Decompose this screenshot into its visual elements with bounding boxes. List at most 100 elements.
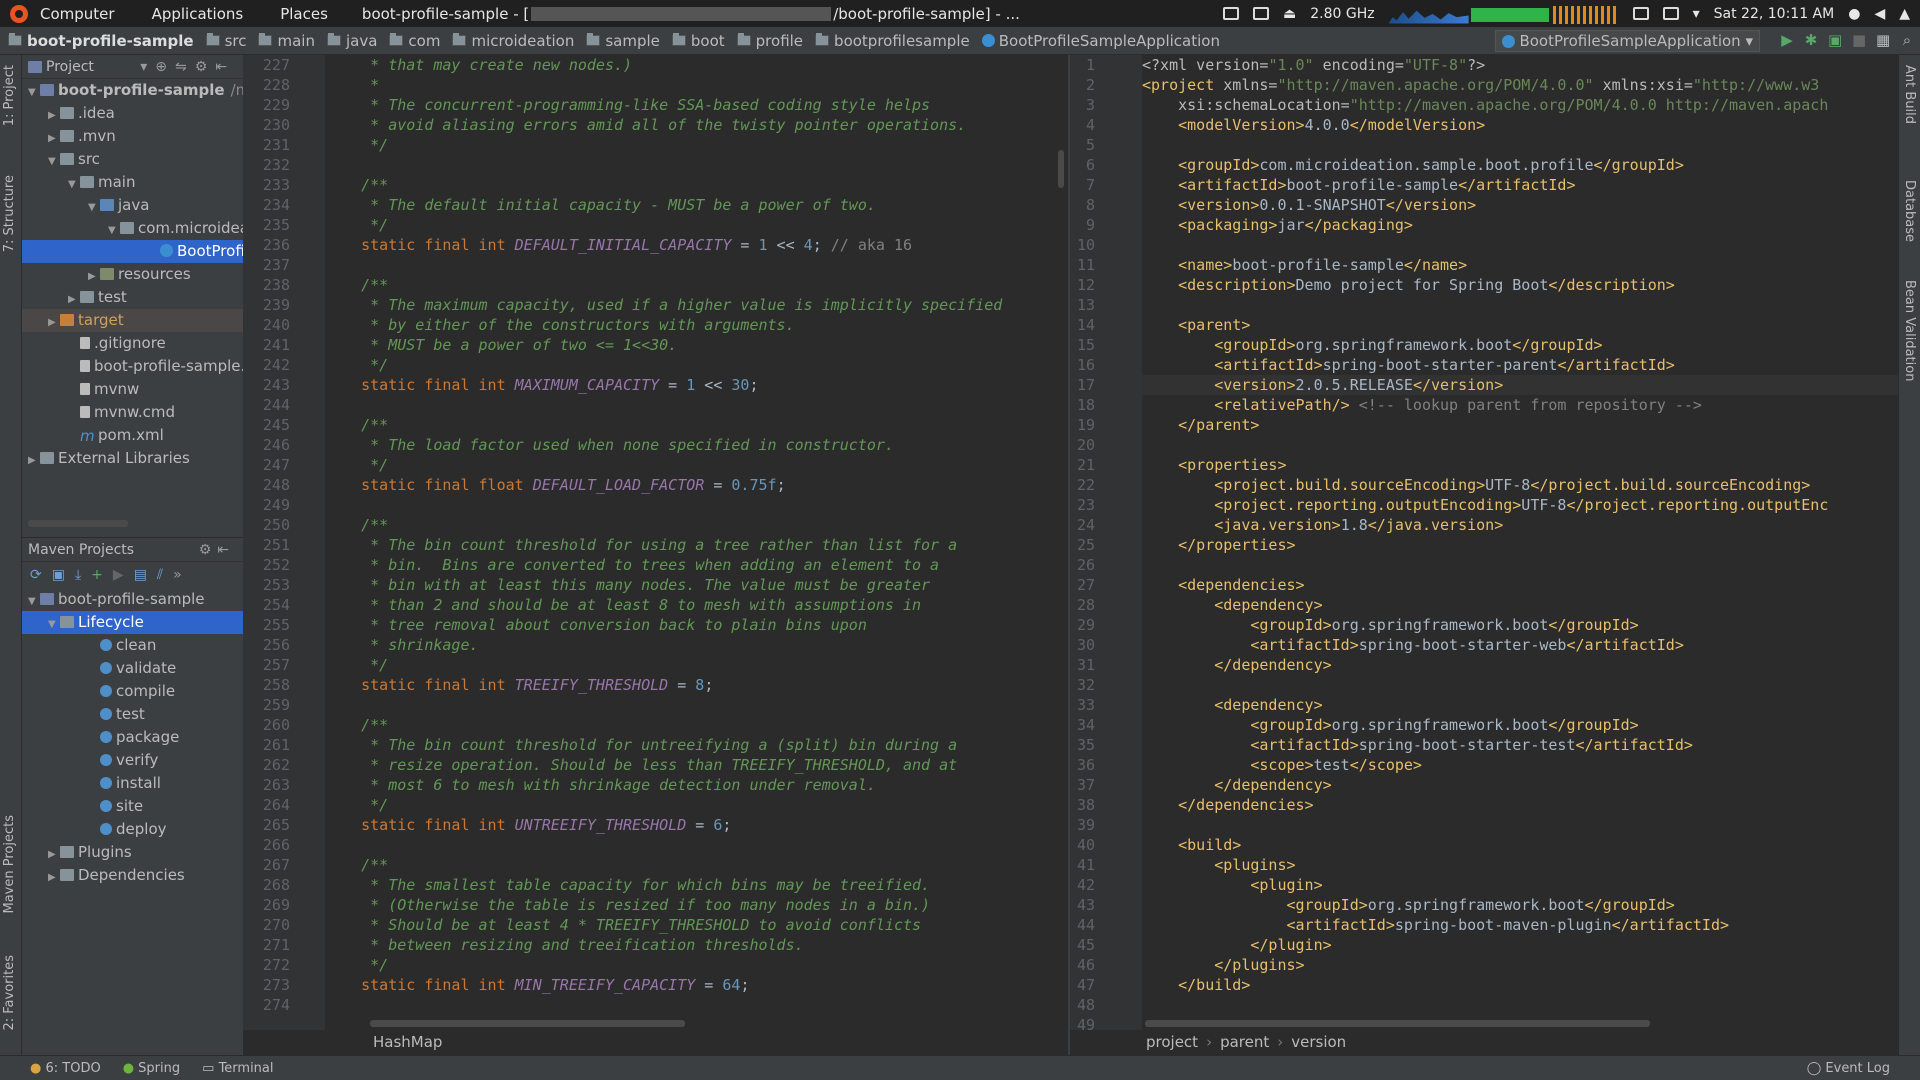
collapse-arrow-icon[interactable]: ▶ [68,288,80,311]
breadcrumb-com[interactable]: com [389,32,440,50]
password-icon[interactable] [1662,7,1679,20]
code-line[interactable] [1142,815,1898,835]
maven-tree-item[interactable]: site [22,795,243,818]
breadcrumb-sample[interactable]: sample [586,32,660,50]
code-line[interactable]: /** [325,715,1068,735]
more-icon[interactable]: » [173,567,182,583]
clipboard-icon[interactable] [1632,7,1649,20]
code-line[interactable]: * The bin count threshold for using a tr… [325,535,1068,555]
code-line[interactable]: * bin with at least this many nodes. The… [325,575,1068,595]
skip-tests-icon[interactable]: ⫽ [157,567,163,583]
clock[interactable]: Sat 22, 10:11 AM [1714,6,1835,22]
code-line[interactable]: <relativePath/> <!-- lookup parent from … [1142,395,1898,415]
maven-tree-item[interactable]: test [22,703,243,726]
code-line[interactable]: * The concurrent-programming-like SSA-ba… [325,95,1068,115]
code-line[interactable]: xsi:schemaLocation="http://maven.apache.… [1142,95,1898,115]
maven-panel-tools[interactable]: ⚙⇤ [199,542,235,558]
run-icon[interactable]: ▶ [1780,31,1794,49]
right-editor-code[interactable]: <?xml version="1.0" encoding="UTF-8"?> <p… [1142,55,1898,1050]
code-line[interactable]: <plugin> [1142,875,1898,895]
breadcrumb-main[interactable]: main [258,32,315,50]
code-line[interactable]: * [325,75,1068,95]
breadcrumb-xml-project[interactable]: project [1146,1033,1198,1051]
code-line[interactable]: <groupId>org.springframework.boot</group… [1142,335,1898,355]
add-icon[interactable]: + [91,567,103,583]
tab-ant-build[interactable]: Ant Build [1902,65,1917,124]
code-line[interactable] [325,255,1068,275]
reimport-icon[interactable]: ⟳ [30,567,42,583]
code-line[interactable] [1142,555,1898,575]
project-panel-tools[interactable]: ▾⊕⇋⚙⇤ [140,59,235,75]
maven-tree-item[interactable]: compile [22,680,243,703]
code-line[interactable]: <groupId>com.microideation.sample.boot.p… [1142,155,1898,175]
code-line[interactable]: </dependencies> [1142,795,1898,815]
code-line[interactable]: <scope>test</scope> [1142,755,1898,775]
toggle-offline-icon[interactable]: ▤ [134,567,147,583]
breadcrumb-profile[interactable]: profile [736,32,803,50]
maven-tree-item[interactable]: deploy [22,818,243,841]
code-line[interactable]: */ [325,955,1068,975]
mail-icon[interactable] [1253,7,1270,20]
code-line[interactable]: <groupId>org.springframework.boot</group… [1142,715,1898,735]
code-line[interactable]: <build> [1142,835,1898,855]
project-tree-item[interactable]: ▼ java [22,194,243,217]
maven-tree-item[interactable]: ▶ Dependencies [22,864,243,887]
user-icon[interactable]: ● [1848,6,1860,22]
code-line[interactable]: <dependency> [1142,595,1898,615]
code-line[interactable] [325,835,1068,855]
code-line[interactable] [325,395,1068,415]
screenshot-icon[interactable] [1223,7,1240,20]
maven-tree-item[interactable]: package [22,726,243,749]
code-line[interactable]: <artifactId>boot-profile-sample</artifac… [1142,175,1898,195]
collapse-arrow-icon[interactable]: ▶ [48,843,60,866]
left-editor-code[interactable]: * that may create new nodes.) * * The co… [325,55,1068,1050]
code-line[interactable]: * resize operation. Should be less than … [325,755,1068,775]
maven-tree-item[interactable]: install [22,772,243,795]
code-line[interactable]: <version>2.0.5.RELEASE</version> [1142,375,1898,395]
breadcrumb-microideation[interactable]: microideation [452,32,574,50]
project-tree-item[interactable]: .gitignore [22,332,243,355]
code-line[interactable]: <packaging>jar</packaging> [1142,215,1898,235]
run-configuration-select[interactable]: BootProfileSampleApplication ▾ [1495,30,1760,52]
code-line[interactable]: */ [325,795,1068,815]
expand-arrow-icon[interactable]: ▼ [28,590,40,613]
code-line[interactable]: </plugin> [1142,935,1898,955]
maven-tree-item[interactable]: clean [22,634,243,657]
code-line[interactable]: /** [325,415,1068,435]
code-line[interactable] [325,495,1068,515]
code-line[interactable]: <project.reporting.outputEncoding>UTF-8<… [1142,495,1898,515]
code-line[interactable]: */ [325,655,1068,675]
expand-arrow-icon[interactable]: ▼ [48,613,60,636]
code-line[interactable]: * (Otherwise the table is resized if too… [325,895,1068,915]
project-tree-item[interactable]: boot-profile-sample.im [22,355,243,378]
project-scrollbar[interactable] [28,520,128,527]
code-line[interactable]: */ [325,135,1068,155]
project-tree-item[interactable]: ▶ External Libraries [22,447,243,470]
code-line[interactable]: * Should be at least 4 * TREEIFY_THRESHO… [325,915,1068,935]
code-line[interactable]: </dependency> [1142,655,1898,675]
breadcrumb-boot[interactable]: boot [671,32,725,50]
code-line[interactable]: static final int MAXIMUM_CAPACITY = 1 <<… [325,375,1068,395]
code-line[interactable]: */ [325,455,1068,475]
collapse-arrow-icon[interactable]: ▶ [48,311,60,334]
project-structure-icon[interactable]: ▦ [1876,31,1890,49]
project-tree-item[interactable]: ▶ target [22,309,243,332]
code-line[interactable]: </properties> [1142,535,1898,555]
code-line[interactable]: <project.build.sourceEncoding>UTF-8</pro… [1142,475,1898,495]
code-line[interactable] [1142,675,1898,695]
code-line[interactable] [1142,295,1898,315]
expand-arrow-icon[interactable]: ▼ [48,150,60,173]
code-line[interactable]: * that may create new nodes.) [325,55,1068,75]
code-line[interactable]: */ [325,215,1068,235]
debug-icon[interactable]: ✱ [1804,31,1818,49]
code-line[interactable]: <artifactId>spring-boot-starter-test</ar… [1142,735,1898,755]
code-line[interactable]: * The bin count threshold for untreeifyi… [325,735,1068,755]
collapse-arrow-icon[interactable]: ▶ [48,104,60,127]
collapse-arrow-icon[interactable]: ▶ [88,265,100,288]
breadcrumb-project[interactable]: boot-profile-sample [8,32,194,50]
project-tree-item[interactable]: ▼ src [22,148,243,171]
code-line[interactable]: static final int DEFAULT_INITIAL_CAPACIT… [325,235,1068,255]
tab-database[interactable]: Database [1902,180,1917,242]
code-line[interactable]: * most 6 to mesh with shrinkage detectio… [325,775,1068,795]
project-tree-item[interactable]: ▶ .mvn [22,125,243,148]
